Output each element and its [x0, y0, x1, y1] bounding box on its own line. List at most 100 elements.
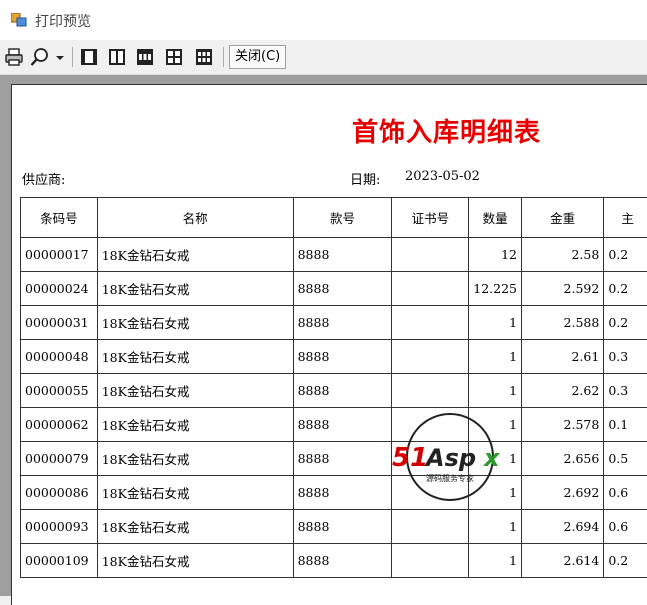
barcode-cell: 00000109	[21, 544, 98, 578]
preview-area[interactable]: 首饰入库明细表 供应商: 日期: 2023-05-02 条码号 名称 款号 证书…	[0, 75, 647, 596]
two-pages-button[interactable]	[107, 46, 127, 68]
certificate-cell	[392, 272, 469, 306]
one-page-icon	[80, 48, 98, 66]
certificate-cell	[392, 374, 469, 408]
name-cell: 18K金钻石女戒	[97, 476, 293, 510]
style-number-cell: 8888	[293, 340, 392, 374]
main-stone-cell: 0.3	[604, 374, 647, 408]
style-number-cell: 8888	[293, 374, 392, 408]
barcode-cell: 00000093	[21, 510, 98, 544]
report-title: 首饰入库明细表	[352, 112, 541, 149]
print-button[interactable]	[3, 46, 25, 68]
name-cell: 18K金钻石女戒	[97, 408, 293, 442]
title-bar: 打印预览	[0, 0, 647, 40]
table-row: 0000010918K金钻石女戒8888 12.6140.2	[21, 544, 647, 578]
column-header: 款号	[293, 198, 392, 238]
name-cell: 18K金钻石女戒	[97, 306, 293, 340]
column-header: 条码号	[21, 198, 98, 238]
main-stone-cell: 0.2	[604, 238, 647, 272]
gold-weight-cell: 2.592	[522, 272, 604, 306]
quantity-cell: 1	[469, 340, 522, 374]
inventory-table: 条码号 名称 款号 证书号 数量 金重 主 0000001718K金钻石女戒88…	[20, 197, 647, 578]
one-page-button[interactable]	[79, 46, 99, 68]
style-number-cell: 8888	[293, 510, 392, 544]
toolbar-separator	[223, 47, 224, 67]
report-page: 首饰入库明细表 供应商: 日期: 2023-05-02 条码号 名称 款号 证书…	[11, 84, 647, 605]
table-row: 0000006218K金钻石女戒888812.5780.1	[21, 408, 647, 442]
svg-text:Asp: Asp	[424, 444, 476, 472]
barcode-cell: 00000048	[21, 340, 98, 374]
table-row: 0000009318K金钻石女戒888812.6940.6	[21, 510, 647, 544]
gold-weight-cell: 2.62	[522, 374, 604, 408]
supplier-label: 供应商:	[22, 169, 65, 188]
table-row: 0000005518K金钻石女戒8888 12.620.3	[21, 374, 647, 408]
table-row: 0000004818K金钻石女戒888812.610.3	[21, 340, 647, 374]
table-row: 0000001718K金钻石女戒8888122.580.2	[21, 238, 647, 272]
quantity-cell: 1	[469, 306, 522, 340]
zoom-button[interactable]	[29, 46, 51, 68]
table-row: 0000003118K金钻石女戒888812.5880.2	[21, 306, 647, 340]
main-stone-cell: 0.6	[604, 510, 647, 544]
style-number-cell: 8888	[293, 442, 392, 476]
name-cell: 18K金钻石女戒	[97, 238, 293, 272]
style-number-cell: 8888	[293, 544, 392, 578]
barcode-cell: 00000086	[21, 476, 98, 510]
quantity-cell: 1	[469, 544, 522, 578]
style-number-cell: 8888	[293, 306, 392, 340]
column-header: 金重	[522, 198, 604, 238]
barcode-cell: 00000024	[21, 272, 98, 306]
quantity-cell: 1	[469, 374, 522, 408]
51aspx-watermark: 51 Asp x 源码服务专家	[390, 412, 510, 502]
name-cell: 18K金钻石女戒	[97, 272, 293, 306]
four-pages-button[interactable]	[164, 46, 184, 68]
style-number-cell: 8888	[293, 476, 392, 510]
column-header: 数量	[469, 198, 522, 238]
svg-text:x: x	[483, 444, 501, 472]
name-cell: 18K金钻石女戒	[97, 442, 293, 476]
name-cell: 18K金钻石女戒	[97, 510, 293, 544]
gold-weight-cell: 2.588	[522, 306, 604, 340]
gold-weight-cell: 2.614	[522, 544, 604, 578]
main-stone-cell: 0.2	[604, 306, 647, 340]
main-stone-cell: 0.5	[604, 442, 647, 476]
table-row: 0000007918K金钻石女戒888812.6560.5	[21, 442, 647, 476]
close-button[interactable]: 关闭(C)	[229, 45, 286, 69]
main-stone-cell: 0.6	[604, 476, 647, 510]
barcode-cell: 00000062	[21, 408, 98, 442]
six-pages-icon	[195, 48, 213, 66]
quantity-cell: 12	[469, 238, 522, 272]
gold-weight-cell: 2.578	[522, 408, 604, 442]
main-stone-cell: 0.2	[604, 272, 647, 306]
six-pages-button[interactable]	[194, 46, 214, 68]
table-row: 0000008618K金钻石女戒888812.6920.6	[21, 476, 647, 510]
style-number-cell: 8888	[293, 272, 392, 306]
barcode-cell: 00000055	[21, 374, 98, 408]
toolbar-separator	[72, 47, 73, 67]
svg-text:源码服务专家: 源码服务专家	[426, 473, 474, 483]
certificate-cell	[392, 544, 469, 578]
certificate-cell	[392, 238, 469, 272]
barcode-cell: 00000079	[21, 442, 98, 476]
two-pages-icon	[108, 48, 126, 66]
main-stone-cell: 0.2	[604, 544, 647, 578]
table-row: 0000002418K金钻石女戒888812.2252.5920.2	[21, 272, 647, 306]
dropdown-arrow-icon	[55, 53, 65, 63]
three-pages-icon	[136, 48, 154, 66]
main-stone-cell: 0.3	[604, 340, 647, 374]
three-pages-button[interactable]	[135, 46, 155, 68]
style-number-cell: 8888	[293, 408, 392, 442]
print-preview-app-icon	[11, 13, 27, 27]
column-header: 名称	[97, 198, 293, 238]
svg-text:51: 51	[392, 443, 428, 473]
print-icon	[4, 47, 24, 67]
window-title: 打印预览	[35, 11, 91, 31]
barcode-cell: 00000017	[21, 238, 98, 272]
date-value: 2023-05-02	[405, 169, 480, 184]
gold-weight-cell: 2.61	[522, 340, 604, 374]
quantity-cell: 1	[469, 510, 522, 544]
column-header: 主	[604, 198, 647, 238]
zoom-dropdown[interactable]	[53, 46, 67, 68]
name-cell: 18K金钻石女戒	[97, 374, 293, 408]
name-cell: 18K金钻石女戒	[97, 544, 293, 578]
gold-weight-cell: 2.656	[522, 442, 604, 476]
